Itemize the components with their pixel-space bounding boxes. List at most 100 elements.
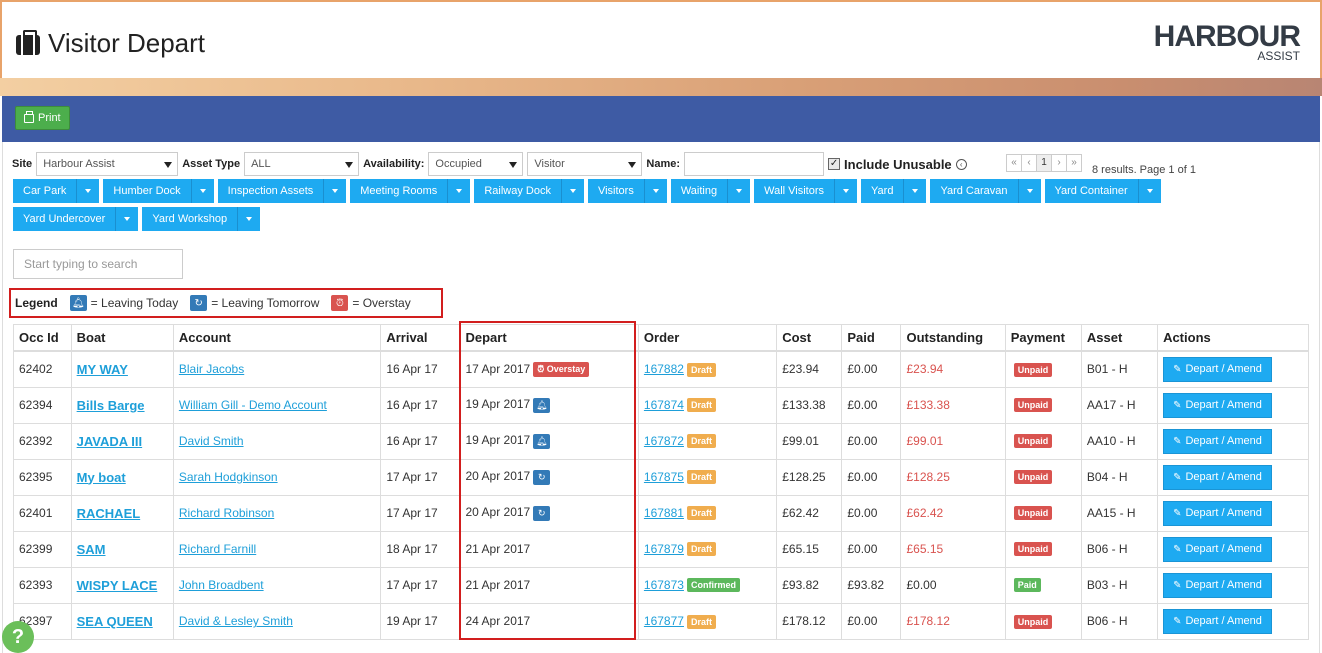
category-dropdown-toggle[interactable]	[728, 179, 750, 203]
category-button-label[interactable]: Waiting	[671, 179, 729, 203]
boat-link[interactable]: Bills Barge	[77, 398, 145, 413]
category-dropdown-toggle[interactable]	[904, 179, 926, 203]
availability-select[interactable]: Occupied	[428, 152, 524, 176]
column-header[interactable]: Paid	[841, 325, 902, 352]
column-header[interactable]: Cost	[776, 325, 843, 352]
column-header[interactable]: Order	[638, 325, 778, 352]
category-button-label[interactable]: Meeting Rooms	[350, 179, 449, 203]
depart-amend-button[interactable]: ✎ Depart / Amend	[1163, 536, 1272, 562]
depart-amend-button[interactable]: ✎ Depart / Amend	[1163, 464, 1272, 490]
order-link[interactable]: 167881	[644, 506, 684, 520]
account-link[interactable]: Richard Robinson	[179, 506, 274, 520]
name-input[interactable]	[684, 152, 825, 176]
boat-link[interactable]: RACHAEL	[77, 506, 141, 521]
column-header[interactable]: Boat	[71, 325, 174, 352]
depart-amend-button[interactable]: ✎ Depart / Amend	[1163, 500, 1272, 526]
account-link[interactable]: David Smith	[179, 434, 244, 448]
boat-link[interactable]: SEA QUEEN	[77, 614, 153, 629]
category-button[interactable]: Visitors	[587, 179, 667, 203]
legend-leaving-today: 🔔︎ = Leaving Today	[69, 295, 178, 311]
asset-type-select[interactable]: ALL	[244, 152, 360, 176]
category-dropdown-toggle[interactable]	[77, 179, 99, 203]
pager-first-button[interactable]: «	[1006, 154, 1022, 172]
column-header[interactable]: Account	[173, 325, 382, 352]
search-input[interactable]: Start typing to search	[13, 249, 183, 279]
category-button-label[interactable]: Humber Dock	[103, 179, 192, 203]
order-link[interactable]: 167882	[644, 362, 684, 376]
pager-page-1[interactable]: 1	[1036, 154, 1052, 172]
order-link[interactable]: 167872	[644, 434, 684, 448]
category-button[interactable]: Car Park	[13, 179, 100, 203]
category-button[interactable]: Meeting Rooms	[350, 179, 471, 203]
depart-amend-button[interactable]: ✎ Depart / Amend	[1163, 392, 1272, 418]
order-link[interactable]: 167874	[644, 398, 684, 412]
category-button-label[interactable]: Car Park	[13, 179, 78, 203]
site-select[interactable]: Harbour Assist	[36, 152, 179, 176]
category-button[interactable]: Yard	[861, 179, 927, 203]
account-link[interactable]: Richard Farnill	[179, 542, 256, 556]
help-button[interactable]: ?	[2, 621, 34, 653]
category-button-label[interactable]: Yard Caravan	[930, 179, 1019, 203]
account-link[interactable]: Blair Jacobs	[179, 362, 244, 376]
category-button[interactable]: Yard Container	[1044, 179, 1161, 203]
depart-amend-button[interactable]: ✎ Depart / Amend	[1163, 428, 1272, 454]
pager-last-button[interactable]: »	[1066, 154, 1082, 172]
column-header[interactable]: Occ Id	[14, 325, 72, 352]
category-dropdown-toggle[interactable]	[1019, 179, 1041, 203]
category-dropdown-toggle[interactable]	[1139, 179, 1161, 203]
column-header[interactable]: Asset	[1081, 325, 1159, 352]
account-link[interactable]: Sarah Hodgkinson	[179, 470, 278, 484]
category-dropdown-toggle[interactable]	[324, 179, 346, 203]
boat-link[interactable]: MY WAY	[77, 362, 128, 377]
category-button[interactable]: Railway Dock	[474, 179, 584, 203]
account-link[interactable]: David & Lesley Smith	[179, 614, 293, 628]
category-dropdown-toggle[interactable]	[448, 179, 470, 203]
order-link[interactable]: 167875	[644, 470, 684, 484]
boat-link[interactable]: My boat	[77, 470, 126, 485]
category-button[interactable]: Humber Dock	[103, 179, 214, 203]
include-unusable-checkbox[interactable]: ✓	[828, 158, 841, 170]
boat-link[interactable]: WISPY LACE	[77, 578, 158, 593]
boat-link[interactable]: JAVADA III	[77, 434, 143, 449]
depart-amend-button[interactable]: ✎ Depart / Amend	[1163, 356, 1272, 382]
category-dropdown-toggle[interactable]	[645, 179, 667, 203]
column-header[interactable]: Arrival	[380, 325, 461, 352]
category-button-label[interactable]: Inspection Assets	[218, 179, 325, 203]
depart-amend-button[interactable]: ✎ Depart / Amend	[1163, 608, 1272, 634]
depart-amend-button[interactable]: ✎ Depart / Amend	[1163, 572, 1272, 598]
category-button[interactable]: Yard Undercover	[13, 207, 139, 231]
category-button[interactable]: Waiting	[670, 179, 751, 203]
category-button-label[interactable]: Railway Dock	[474, 179, 562, 203]
column-header[interactable]: Actions	[1157, 325, 1308, 352]
pager-prev-button[interactable]: ‹	[1021, 154, 1037, 172]
asset-cell: B06 - H	[1081, 530, 1159, 567]
category-button[interactable]: Wall Visitors	[754, 179, 858, 203]
column-header[interactable]: Depart	[460, 325, 639, 352]
pager-next-button[interactable]: ›	[1051, 154, 1067, 172]
visitor-select[interactable]: Visitor	[527, 152, 643, 176]
category-button-label[interactable]: Yard Workshop	[142, 207, 239, 231]
account-link[interactable]: John Broadbent	[179, 578, 264, 592]
category-dropdown-toggle[interactable]	[562, 179, 584, 203]
category-button[interactable]: Inspection Assets	[217, 179, 347, 203]
order-link[interactable]: 167873	[644, 578, 684, 592]
category-button-label[interactable]: Wall Visitors	[754, 179, 836, 203]
order-link[interactable]: 167877	[644, 614, 684, 628]
column-header[interactable]: Outstanding	[900, 325, 1006, 352]
category-dropdown-toggle[interactable]	[116, 207, 138, 231]
category-button-label[interactable]: Yard Container	[1045, 179, 1139, 203]
category-button-label[interactable]: Yard Undercover	[13, 207, 117, 231]
category-button[interactable]: Yard Caravan	[930, 179, 1041, 203]
category-dropdown-toggle[interactable]	[192, 179, 214, 203]
boat-link[interactable]: SAM	[77, 542, 106, 557]
category-button[interactable]: Yard Workshop	[142, 207, 261, 231]
category-button-label[interactable]: Yard	[861, 179, 905, 203]
column-header[interactable]: Payment	[1005, 325, 1082, 352]
print-button[interactable]: Print	[15, 106, 70, 130]
category-button-label[interactable]: Visitors	[588, 179, 645, 203]
account-link[interactable]: William Gill - Demo Account	[179, 398, 327, 412]
order-link[interactable]: 167879	[644, 542, 684, 556]
category-dropdown-toggle[interactable]	[238, 207, 260, 231]
category-dropdown-toggle[interactable]	[835, 179, 857, 203]
info-icon[interactable]: ‹	[955, 158, 967, 170]
